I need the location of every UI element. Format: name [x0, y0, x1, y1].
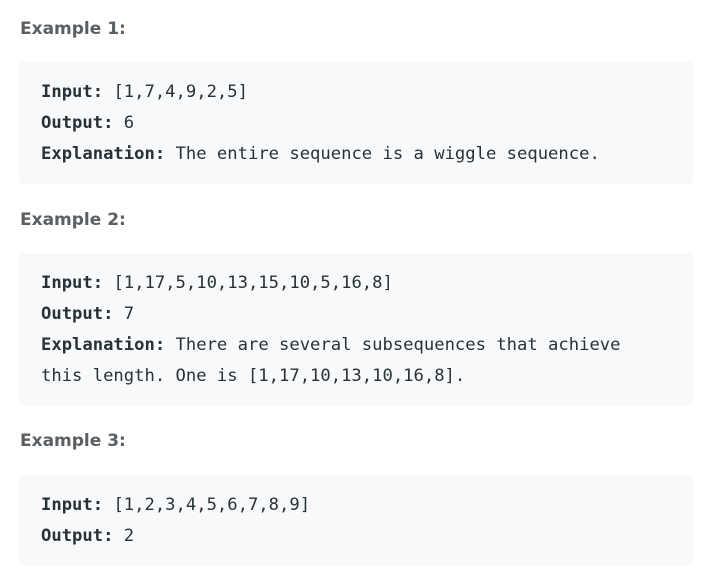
explanation-label: Explanation:: [41, 335, 166, 355]
example-2-explanation-line: Explanation: There are several subsequen…: [41, 330, 693, 361]
input-label: Input:: [41, 82, 104, 102]
example-1-code-block: Input: [1,7,4,9,2,5] Output: 6 Explanati…: [19, 62, 693, 184]
example-2-code-block: Input: [1,17,5,10,13,15,10,5,16,8] Outpu…: [19, 253, 693, 406]
output-value: 6: [113, 113, 135, 133]
example-2-output-line: Output: 7: [41, 299, 693, 330]
example-1-input-line: Input: [1,7,4,9,2,5]: [41, 77, 693, 108]
input-label: Input:: [41, 495, 104, 515]
example-2-heading: Example 2:: [20, 210, 126, 230]
output-label: Output:: [41, 113, 114, 133]
example-2-explanation-continuation: this length. One is [1,17,10,13,10,16,8]…: [41, 361, 693, 392]
output-label: Output:: [41, 304, 114, 324]
example-1-heading: Example 1:: [20, 19, 126, 39]
output-value: 2: [113, 526, 135, 546]
output-value: 7: [113, 304, 135, 324]
explanation-text: this length. One is [1,17,10,13,10,16,8]…: [41, 366, 466, 386]
example-3-output-line: Output: 2: [41, 521, 693, 552]
explanation-text: The entire sequence is a wiggle sequence…: [165, 144, 600, 164]
input-value: [1,17,5,10,13,15,10,5,16,8]: [103, 273, 393, 293]
example-2-input-line: Input: [1,17,5,10,13,15,10,5,16,8]: [41, 268, 693, 299]
example-3-heading: Example 3:: [20, 431, 126, 451]
example-1-output-line: Output: 6: [41, 108, 693, 139]
input-label: Input:: [41, 273, 104, 293]
explanation-text: There are several subsequences that achi…: [165, 335, 621, 355]
explanation-label: Explanation:: [41, 144, 166, 164]
example-1-explanation-line: Explanation: The entire sequence is a wi…: [41, 139, 693, 170]
input-value: [1,7,4,9,2,5]: [103, 82, 248, 102]
output-label: Output:: [41, 526, 114, 546]
example-3-code-block: Input: [1,2,3,4,5,6,7,8,9] Output: 2: [19, 475, 693, 566]
example-3-input-line: Input: [1,2,3,4,5,6,7,8,9]: [41, 490, 693, 521]
input-value: [1,2,3,4,5,6,7,8,9]: [103, 495, 311, 515]
